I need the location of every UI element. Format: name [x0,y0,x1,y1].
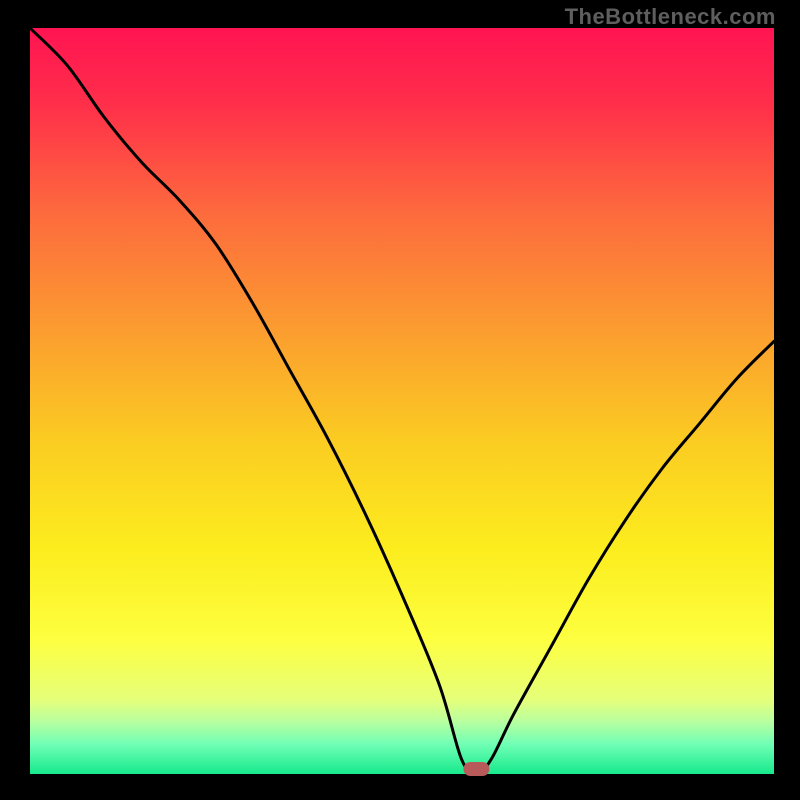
optimum-marker [463,762,489,776]
bottleneck-chart [0,0,800,800]
chart-gradient-background [30,28,774,774]
watermark-text: TheBottleneck.com [565,4,776,30]
chart-container: TheBottleneck.com [0,0,800,800]
